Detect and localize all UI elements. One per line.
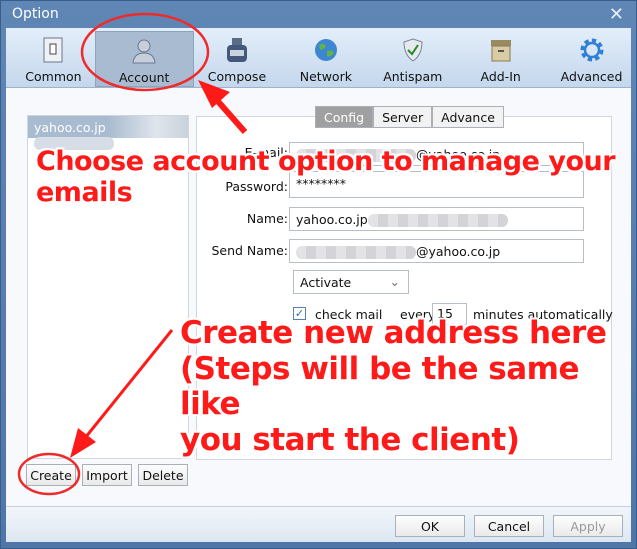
delete-button[interactable]: Delete <box>138 464 188 486</box>
cancel-button[interactable]: Cancel <box>474 515 544 537</box>
box-icon <box>461 35 540 65</box>
status-select[interactable]: Activate ⌄ <box>293 270 409 294</box>
list-item[interactable]: yahoo.co.jp <box>28 116 188 150</box>
tab-advance[interactable]: Advance <box>432 106 504 128</box>
tab-server[interactable]: Server <box>373 106 433 128</box>
toolbar: Common Account Compose Network Antispam … <box>6 28 631 88</box>
tab-label: Add-In <box>480 69 521 84</box>
tab-label: Network <box>299 69 352 84</box>
chevron-down-icon: ⌄ <box>389 274 400 289</box>
account-annotation: Choose account option to manage your ema… <box>36 146 616 209</box>
window-client: Common Account Compose Network Antispam … <box>6 28 631 542</box>
apply-button[interactable]: Apply <box>553 515 623 537</box>
send-name-label: Send Name: <box>211 243 288 258</box>
tab-account[interactable]: Account <box>94 31 194 87</box>
import-button[interactable]: Import <box>82 464 132 486</box>
tab-label: Antispam <box>383 69 443 84</box>
settings-tabs: Config Server Advance <box>315 106 504 128</box>
tab-label: Advanced <box>560 69 623 84</box>
tab-compose[interactable]: Compose <box>198 31 277 87</box>
name-field[interactable]: yahoo.co.jp <box>289 207 584 231</box>
globe-icon <box>286 35 365 65</box>
tab-advanced[interactable]: Advanced <box>552 31 631 87</box>
window-title: Option <box>12 6 59 22</box>
dialog-footer: OK Cancel Apply <box>6 506 631 542</box>
tab-antispam[interactable]: Antispam <box>373 31 452 87</box>
shield-check-icon <box>373 35 452 65</box>
tab-label: Account <box>118 70 170 85</box>
switch-icon <box>14 35 93 65</box>
create-annotation: Create new address here (Steps will be t… <box>180 315 607 458</box>
tab-label: Compose <box>207 69 267 84</box>
send-name-field[interactable]: @yahoo.co.jp <box>289 239 584 263</box>
close-icon[interactable]: ✕ <box>609 4 624 25</box>
tab-network[interactable]: Network <box>286 31 365 87</box>
user-icon <box>96 36 193 66</box>
gear-icon <box>552 35 631 65</box>
option-window: Option ✕ Common Account Compose Network … <box>0 0 637 549</box>
tab-label: Common <box>25 69 82 84</box>
ok-button[interactable]: OK <box>395 515 465 537</box>
create-button[interactable]: Create <box>26 464 76 486</box>
tab-add-in[interactable]: Add-In <box>461 31 540 87</box>
name-label: Name: <box>246 211 288 226</box>
ink-bottle-icon <box>198 35 277 65</box>
tab-common[interactable]: Common <box>14 31 93 87</box>
account-name: yahoo.co.jp <box>34 120 106 135</box>
tab-config[interactable]: Config <box>315 106 374 128</box>
